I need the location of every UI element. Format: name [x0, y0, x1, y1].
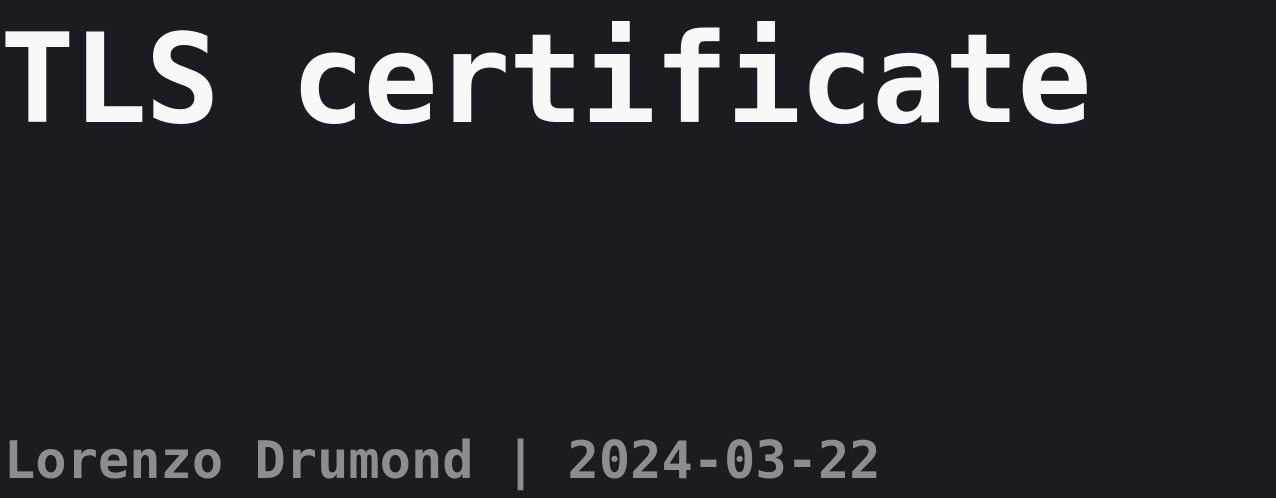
slide-title: TLS certificate — [0, 8, 1092, 152]
title-slide: TLS certificate Lorenzo Drumond | 2024-0… — [0, 0, 1276, 498]
author-date-byline: Lorenzo Drumond | 2024-03-22 — [4, 431, 881, 491]
